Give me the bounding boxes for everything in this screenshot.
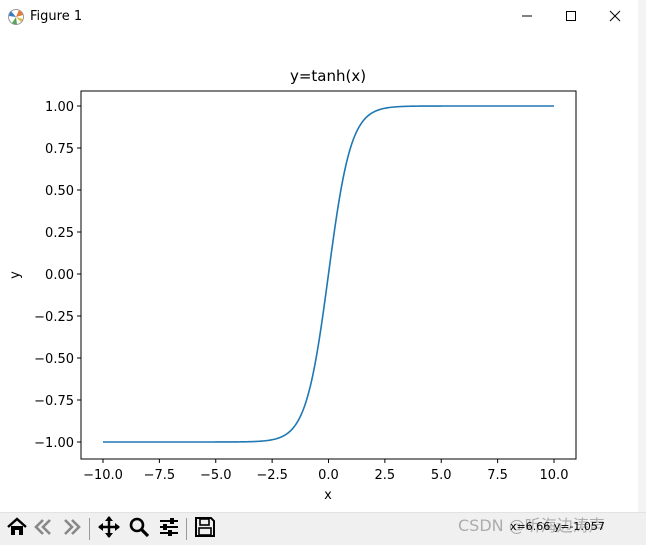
save-button[interactable] (192, 516, 218, 542)
save-icon (194, 516, 216, 542)
y-tick-label: −1.00 (34, 436, 74, 451)
y-axis: −1.00 −0.75 −0.50 −0.25 0.00 0.25 0.50 0.75 1.00 (34, 100, 81, 451)
x-tick-label: 5.0 (431, 468, 452, 483)
y-axis-label: y (8, 271, 23, 279)
minimize-button[interactable] (504, 0, 550, 32)
toolbar-separator (89, 518, 90, 540)
y-tick-label: 0.75 (45, 142, 74, 157)
cursor-coordinates: x=6.66 y=-1.057 (510, 520, 605, 533)
pan-icon (97, 515, 121, 543)
zoom-button[interactable] (126, 516, 152, 542)
x-tick-label: −7.5 (144, 468, 176, 483)
minimize-icon (521, 10, 533, 22)
home-icon (6, 516, 28, 542)
series-line (103, 105, 554, 443)
zoom-icon (128, 516, 150, 542)
maximize-icon (565, 10, 577, 22)
x-tick-label: −5.0 (200, 468, 232, 483)
title-bar[interactable]: Figure 1 (0, 0, 638, 34)
toolbar-separator (186, 518, 187, 540)
series-group (103, 105, 554, 443)
forward-button[interactable] (58, 516, 84, 542)
pan-button[interactable] (96, 516, 122, 542)
chart-title: y=tanh(x) (290, 67, 366, 85)
x-tick-label: 10.0 (540, 468, 569, 483)
y-tick-label: −0.50 (34, 352, 74, 367)
forward-icon (60, 516, 82, 542)
x-tick-label: 7.5 (487, 468, 508, 483)
y-tick-label: −0.75 (34, 394, 74, 409)
y-tick-label: 0.25 (45, 226, 74, 241)
y-tick-label: 1.00 (45, 100, 74, 115)
x-axis: −10.0 −7.5 −5.0 −2.5 0.0 2.5 5.0 7.5 10.0 (83, 459, 568, 483)
x-tick-label: −2.5 (256, 468, 288, 483)
tanh-chart[interactable]: y=tanh(x) −10.0 −7.5 −5.0 −2.5 0.0 2.5 5.0 7.5 1… (0, 34, 638, 512)
back-icon (33, 516, 55, 542)
x-tick-label: 2.5 (375, 468, 396, 483)
configure-subplots-button[interactable] (156, 516, 182, 542)
matplotlib-logo-icon (7, 8, 25, 26)
window-title: Figure 1 (30, 9, 83, 24)
close-button[interactable] (592, 0, 638, 32)
maximize-button[interactable] (548, 0, 594, 32)
y-tick-label: 0.00 (45, 268, 74, 283)
x-axis-label: x (324, 488, 332, 503)
figure-window: Figure 1 y=tanh(x) −10.0 −7.5 −5.0 −2.5 0.0 2… (0, 0, 646, 545)
configure-subplots-icon (158, 516, 180, 542)
x-tick-label: 0.0 (318, 468, 339, 483)
home-button[interactable] (4, 516, 30, 542)
figure-canvas[interactable]: y=tanh(x) −10.0 −7.5 −5.0 −2.5 0.0 2.5 5.0 7.5 1… (0, 34, 638, 512)
close-icon (609, 10, 621, 22)
y-tick-label: 0.50 (45, 184, 74, 199)
back-button[interactable] (31, 516, 57, 542)
x-tick-label: −10.0 (83, 468, 123, 483)
y-tick-label: −0.25 (34, 310, 74, 325)
window-border (637, 0, 646, 544)
